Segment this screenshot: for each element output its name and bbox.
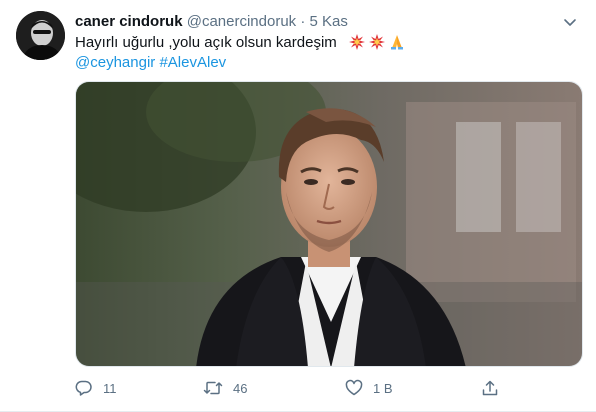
tweet-links: @ceyhangir #AlevAlev	[75, 53, 226, 73]
retweet-icon[interactable]	[203, 379, 223, 397]
hashtag-link[interactable]: #AlevAlev	[159, 54, 226, 71]
collision-icon	[348, 34, 365, 50]
collision-icon	[369, 34, 386, 50]
reply-icon[interactable]	[75, 379, 93, 397]
retweet-count: 46	[233, 380, 248, 396]
share-icon[interactable]	[481, 379, 499, 397]
tweet-text-body: Hayırlı uğurlu ,yolu açık olsun kardeşim	[75, 34, 337, 51]
retweet-action[interactable]: 46	[203, 378, 247, 398]
reply-count: 11	[103, 380, 117, 396]
avatar[interactable]	[16, 11, 65, 60]
tweet-date[interactable]: 5 Kas	[310, 13, 348, 30]
heart-icon[interactable]	[345, 379, 363, 397]
reply-action[interactable]: 11	[75, 378, 117, 398]
mention-link[interactable]: @ceyhangir	[75, 54, 155, 71]
tweet-header: caner cindoruk @canercindoruk · 5 Kas	[75, 12, 580, 32]
share-action[interactable]	[481, 378, 499, 398]
emoji-group	[348, 34, 405, 56]
folded-hands-icon	[391, 35, 404, 50]
tweet-card[interactable]: caner cindoruk @canercindoruk · 5 Kas Ha…	[0, 0, 596, 412]
like-count: 1 B	[373, 380, 393, 396]
like-action[interactable]: 1 B	[345, 378, 393, 398]
tweet-actions: 11 46 1 B	[75, 378, 515, 398]
separator-dot: ·	[300, 13, 306, 30]
author-handle[interactable]: @canercindoruk	[187, 13, 296, 30]
author-name[interactable]: caner cindoruk	[75, 13, 183, 30]
tweet-photo[interactable]	[75, 81, 583, 367]
chevron-down-icon[interactable]	[560, 12, 580, 32]
